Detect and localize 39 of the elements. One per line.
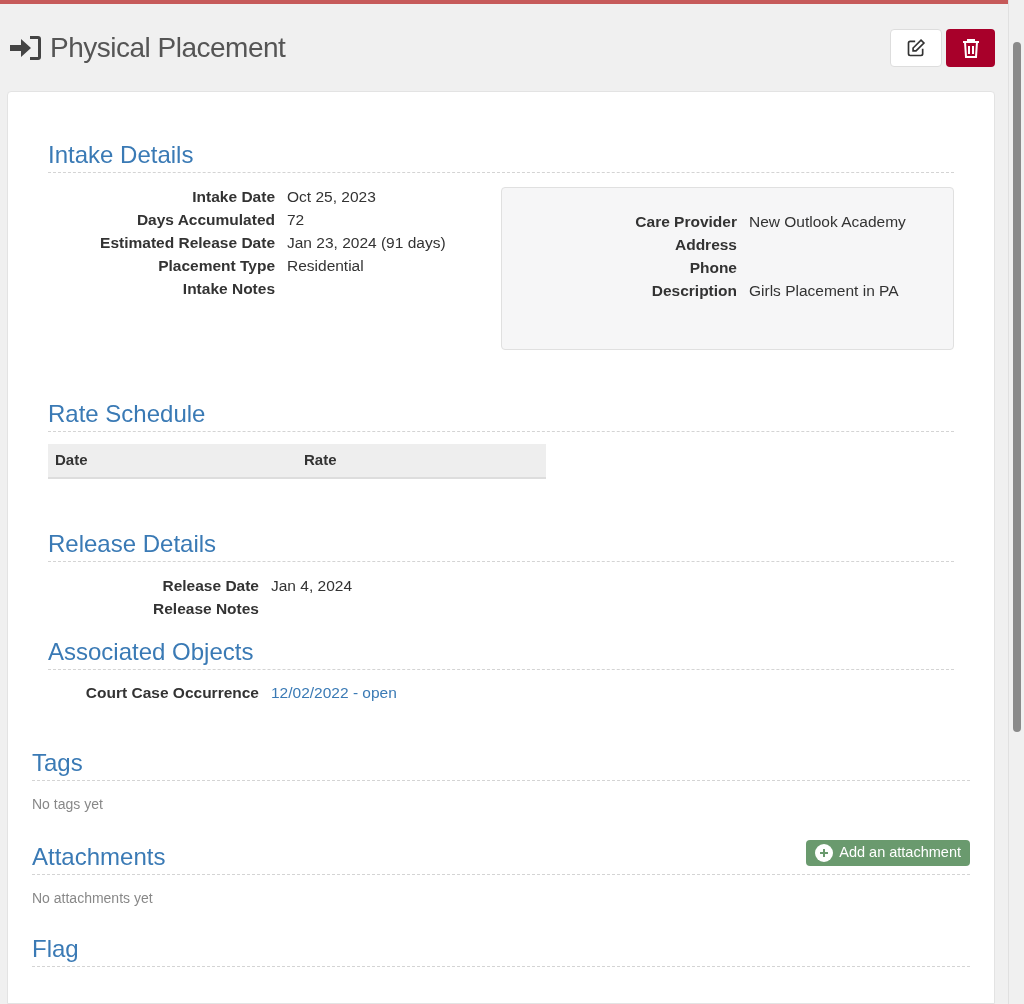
- column-header: Rate: [303, 450, 338, 471]
- field-label: Court Case Occurrence: [84, 683, 259, 703]
- field-label: Estimated Release Date: [99, 233, 275, 253]
- section-heading: Release Details: [48, 529, 217, 559]
- field-label: Placement Type: [157, 256, 275, 276]
- field-value: New Outlook Academy: [749, 212, 906, 232]
- section-heading: Tags: [32, 748, 83, 778]
- field-value: Residential: [287, 256, 364, 276]
- field-value: Oct 25, 2023: [287, 187, 376, 207]
- field-value: Jan 23, 2024 (91 days): [287, 233, 446, 253]
- field-label: Address: [673, 235, 737, 255]
- edit-button[interactable]: [890, 29, 942, 67]
- field-label: Intake Date: [191, 187, 275, 207]
- field-label: Release Notes: [152, 599, 259, 619]
- empty-message: No attachments yet: [32, 889, 154, 908]
- field-value: Girls Placement in PA: [749, 281, 899, 301]
- empty-message: No tags yet: [32, 795, 104, 814]
- edit-icon: [906, 38, 926, 58]
- section-heading: Rate Schedule: [48, 399, 206, 429]
- page-title: Physical Placement: [50, 31, 286, 65]
- field-label: Care Provider: [634, 212, 737, 232]
- field-label: Phone: [688, 258, 737, 278]
- field-value: Jan 4, 2024: [271, 576, 352, 596]
- trash-icon: [961, 38, 980, 58]
- section-heading: Associated Objects: [48, 637, 254, 667]
- add-attachment-button[interactable]: Add an attachment: [806, 840, 970, 866]
- section-heading: Flag: [32, 934, 79, 964]
- field-label: Description: [650, 281, 737, 301]
- column-header: Date: [54, 450, 89, 471]
- link[interactable]: 12/02/2022 - open: [271, 681, 397, 704]
- plus-circle-icon: [815, 844, 834, 862]
- field-label: Days Accumulated: [135, 210, 275, 230]
- field-label: Release Date: [161, 576, 259, 596]
- delete-button[interactable]: [946, 29, 995, 67]
- section-heading: Intake Details: [48, 140, 194, 170]
- field-label: Intake Notes: [181, 279, 275, 299]
- field-value: 72: [287, 210, 305, 230]
- section-heading: Attachments: [32, 842, 166, 872]
- sign-in-icon: [10, 35, 42, 61]
